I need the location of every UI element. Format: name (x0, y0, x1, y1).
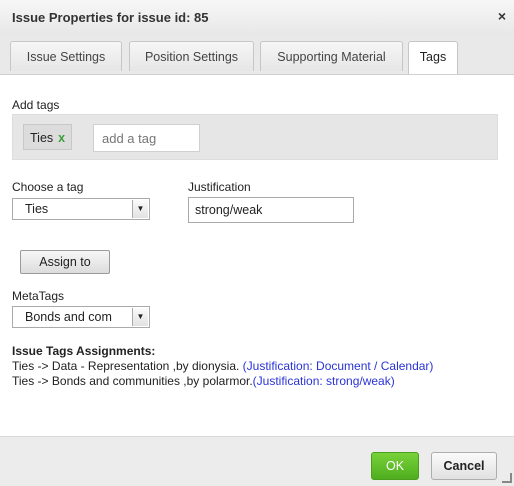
resize-grip-icon[interactable] (502, 473, 512, 483)
choose-tag-select[interactable]: Ties ▼ (12, 198, 150, 220)
choose-tag-label: Choose a tag (12, 180, 84, 194)
tag-chip-ties: Ties x (23, 124, 73, 150)
assign-to-button[interactable]: Assign to (20, 250, 110, 274)
dialog-titlebar: Issue Properties for issue id: 85 × (0, 0, 514, 37)
assignment-text: Ties -> Bonds and communities ,by polarm… (12, 374, 253, 388)
tab-supporting-material[interactable]: Supporting Material (260, 41, 403, 71)
justification-input[interactable] (188, 197, 354, 223)
tab-issue-settings[interactable]: Issue Settings (10, 41, 122, 71)
dialog-title: Issue Properties for issue id: 85 (12, 10, 209, 25)
tag-chip-label: Ties (30, 131, 54, 145)
ok-button[interactable]: OK (371, 452, 419, 480)
assignments-title: Issue Tags Assignments: (12, 344, 156, 358)
add-tag-input[interactable] (93, 124, 200, 152)
justification-label: Justification (188, 180, 251, 194)
choose-tag-value: Ties (25, 202, 49, 216)
remove-tag-icon[interactable]: x (58, 131, 65, 145)
assignment-text: Ties -> Data - Representation ,by dionys… (12, 359, 243, 373)
metatags-value: Bonds and com (25, 310, 112, 324)
close-icon[interactable]: × (498, 8, 506, 24)
assignment-line: Ties -> Bonds and communities ,by polarm… (12, 374, 395, 388)
assignment-justification: (Justification: Document / Calendar) (242, 359, 434, 373)
metatags-select[interactable]: Bonds and com ▼ (12, 306, 150, 328)
cancel-button[interactable]: Cancel (431, 452, 497, 480)
add-tags-label: Add tags (12, 98, 60, 112)
metatags-label: MetaTags (12, 289, 65, 303)
assignment-justification: (Justification: strong/weak) (252, 374, 395, 388)
tab-bar: Issue Settings Position Settings Support… (0, 36, 514, 75)
assignment-line: Ties -> Data - Representation ,by dionys… (12, 359, 433, 373)
tab-tags[interactable]: Tags (408, 41, 458, 74)
chevron-down-icon[interactable]: ▼ (132, 200, 148, 218)
tag-box: Ties x (12, 114, 498, 160)
chevron-down-icon[interactable]: ▼ (132, 308, 148, 326)
tab-position-settings[interactable]: Position Settings (129, 41, 254, 71)
